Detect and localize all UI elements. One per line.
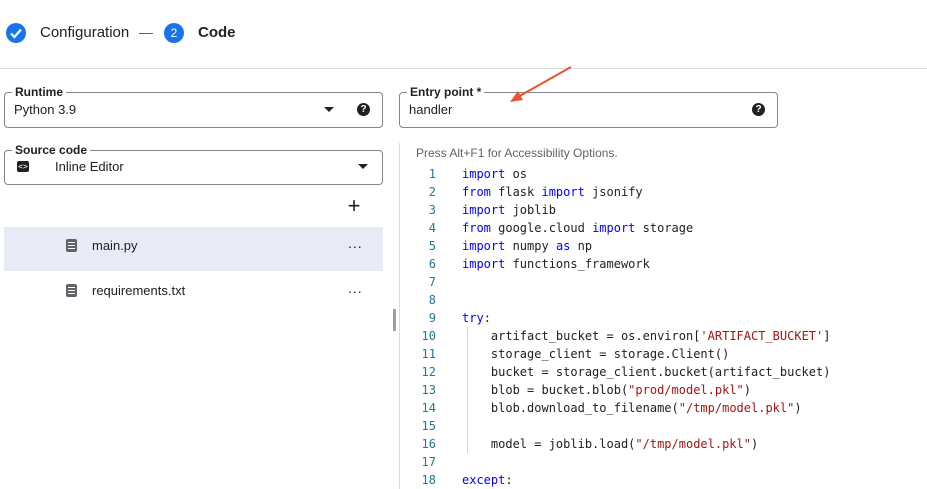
line-number: 3 bbox=[428, 203, 436, 217]
code-line[interactable]: 16 model = joblib.load("/tmp/model.pkl") bbox=[400, 435, 927, 453]
line-number: 11 bbox=[421, 347, 436, 361]
line-number: 12 bbox=[421, 365, 436, 379]
file-icon bbox=[66, 239, 77, 252]
code-text: import functions_framework bbox=[462, 257, 650, 271]
code-line[interactable]: 8 bbox=[400, 291, 927, 309]
code-line[interactable]: 6 import functions_framework bbox=[400, 255, 927, 273]
line-number: 10 bbox=[421, 329, 436, 343]
step-connector bbox=[139, 33, 153, 34]
code-text: blob = bucket.blob("prod/model.pkl") bbox=[462, 383, 751, 397]
code-text: from flask import jsonify bbox=[462, 185, 643, 199]
code-text: import numpy as np bbox=[462, 239, 593, 253]
code-line[interactable]: 4 from google.cloud import storage bbox=[400, 219, 927, 237]
code-line[interactable]: 10 artifact_bucket = os.environ['ARTIFAC… bbox=[400, 327, 927, 345]
code-text: except: bbox=[462, 473, 513, 487]
line-number: 18 bbox=[421, 473, 436, 487]
runtime-select[interactable]: Runtime Python 3.9 ? bbox=[4, 85, 383, 128]
line-number: 8 bbox=[428, 293, 436, 307]
entry-point-field[interactable]: Entry point * handler ? bbox=[399, 85, 778, 128]
panel-resize-handle[interactable] bbox=[393, 309, 396, 331]
line-number: 7 bbox=[428, 275, 436, 289]
code-line[interactable]: 18 except: bbox=[400, 471, 927, 489]
add-file-button[interactable]: + bbox=[344, 195, 364, 218]
step-configuration-label[interactable]: Configuration bbox=[40, 24, 129, 41]
code-line[interactable]: 11 storage_client = storage.Client() bbox=[400, 345, 927, 363]
entry-point-input[interactable]: handler bbox=[409, 102, 452, 117]
file-icon bbox=[66, 284, 77, 297]
code-text: try: bbox=[462, 311, 491, 325]
stepper: Configuration 2 Code bbox=[0, 0, 927, 68]
accessibility-hint: Press Alt+F1 for Accessibility Options. bbox=[416, 146, 618, 160]
line-number: 14 bbox=[421, 401, 436, 415]
code-line[interactable]: 9 try: bbox=[400, 309, 927, 327]
runtime-label: Runtime bbox=[12, 85, 66, 99]
code-text: artifact_bucket = os.environ['ARTIFACT_B… bbox=[462, 329, 831, 343]
code-line[interactable]: 2 from flask import jsonify bbox=[400, 183, 927, 201]
file-name: requirements.txt bbox=[92, 283, 186, 298]
code-line[interactable]: 15 bbox=[400, 417, 927, 435]
more-options-button[interactable]: ... bbox=[348, 235, 363, 251]
code-text: blob.download_to_filename("/tmp/model.pk… bbox=[462, 401, 802, 415]
code-line[interactable]: 12 bucket = storage_client.bucket(artifa… bbox=[400, 363, 927, 381]
code-line[interactable]: 14 blob.download_to_filename("/tmp/model… bbox=[400, 399, 927, 417]
more-options-button[interactable]: ... bbox=[348, 280, 363, 296]
code-text: import os bbox=[462, 167, 528, 181]
file-item-main-py[interactable]: main.py ... bbox=[4, 227, 383, 271]
source-code-label: Source code bbox=[12, 143, 91, 157]
line-number: 4 bbox=[428, 221, 436, 235]
line-number: 9 bbox=[428, 311, 436, 325]
code-text: bucket = storage_client.bucket(artifact_… bbox=[462, 365, 831, 379]
code-line[interactable]: 3 import joblib bbox=[400, 201, 927, 219]
source-code-value: Inline Editor bbox=[55, 159, 124, 174]
runtime-value: Python 3.9 bbox=[14, 102, 77, 117]
line-number: 17 bbox=[421, 455, 436, 469]
code-icon: <> bbox=[17, 161, 29, 172]
entry-point-label: Entry point * bbox=[407, 85, 485, 99]
code-line[interactable]: 17 bbox=[400, 453, 927, 471]
code-text: from google.cloud import storage bbox=[462, 221, 694, 235]
file-name: main.py bbox=[92, 238, 138, 253]
file-item-requirements-txt[interactable]: requirements.txt ... bbox=[4, 272, 383, 316]
source-code-select[interactable]: Source code <> Inline Editor bbox=[4, 143, 383, 185]
code-line[interactable]: 1 import os bbox=[400, 165, 927, 183]
annotation-arrow-icon bbox=[510, 66, 572, 102]
step-code-label: Code bbox=[198, 24, 236, 41]
line-number: 6 bbox=[428, 257, 436, 271]
code-line[interactable]: 7 bbox=[400, 273, 927, 291]
line-number: 15 bbox=[421, 419, 436, 433]
code-text: import joblib bbox=[462, 203, 556, 217]
line-number: 13 bbox=[421, 383, 436, 397]
code-line[interactable]: 5 import numpy as np bbox=[400, 237, 927, 255]
code-line[interactable]: 13 blob = bucket.blob("prod/model.pkl") bbox=[400, 381, 927, 399]
chevron-down-icon[interactable] bbox=[324, 107, 334, 112]
code-text: model = joblib.load("/tmp/model.pkl") bbox=[462, 437, 759, 451]
header-divider bbox=[0, 68, 927, 69]
step-complete-check-icon[interactable] bbox=[6, 23, 26, 43]
step-code-number: 2 bbox=[164, 23, 184, 43]
help-icon[interactable]: ? bbox=[357, 103, 370, 116]
line-number: 5 bbox=[428, 239, 436, 253]
chevron-down-icon[interactable] bbox=[358, 164, 368, 169]
line-number: 1 bbox=[428, 167, 436, 181]
code-text: storage_client = storage.Client() bbox=[462, 347, 730, 361]
line-number: 2 bbox=[428, 185, 436, 199]
help-icon[interactable]: ? bbox=[752, 103, 765, 116]
line-number: 16 bbox=[421, 437, 436, 451]
